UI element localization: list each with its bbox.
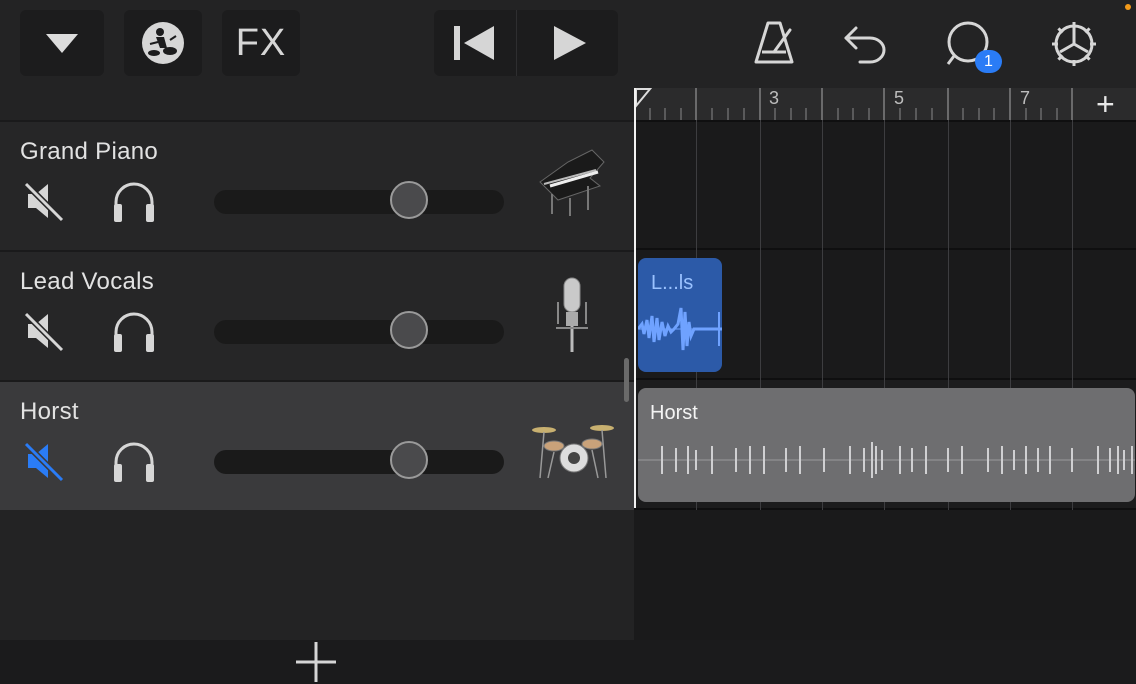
timeline-ruler[interactable]: 3 5 7 + [634,88,1136,120]
notification-badge: 1 [975,50,1002,73]
volume-knob[interactable] [390,441,428,479]
add-track-icon[interactable] [294,640,338,684]
top-toolbar: FX 1 [0,0,1136,88]
track-name: Lead Vocals [20,268,155,295]
skip-back-icon[interactable] [452,24,498,62]
ruler-label-5: 5 [894,88,905,108]
speaker-muted-icon-active[interactable] [22,440,66,482]
waveform [638,442,1135,478]
track-headers: Grand Piano Lead Vocals Horst [0,88,634,682]
drum-kit-icon [532,425,614,479]
playhead[interactable] [634,88,636,508]
volume-slider[interactable] [214,181,504,219]
metronome-icon[interactable] [752,20,796,66]
region-label: Horst [650,402,698,424]
recording-indicator [1125,4,1131,10]
scroll-indicator[interactable] [624,358,629,402]
headphones-icon[interactable] [110,440,158,484]
headphones-icon[interactable] [110,180,158,224]
transport-controls [434,10,618,76]
volume-knob[interactable] [390,181,428,219]
lane-grand-piano[interactable] [634,120,1136,250]
track-name: Grand Piano [20,138,159,165]
region-label: L...ls [651,272,694,294]
track-header-lead-vocals[interactable]: Lead Vocals [0,250,634,380]
undo-icon[interactable] [842,24,888,64]
fx-button[interactable]: FX [222,10,300,76]
transport-divider [516,10,517,76]
waveform [638,307,722,351]
track-header-horst[interactable]: Horst [0,380,634,510]
ruler-ticks [635,88,1073,120]
ruler-label-3: 3 [769,88,780,108]
track-header-grand-piano[interactable]: Grand Piano [0,120,634,250]
gear-icon[interactable] [1048,18,1100,70]
tracks-view-button[interactable] [20,10,104,76]
drummer-button[interactable] [124,10,202,76]
ruler-label-7: 7 [1020,88,1031,108]
microphone-icon [556,277,588,352]
drums-region[interactable]: Horst [638,388,1135,502]
vocals-region[interactable]: L...ls [638,258,722,372]
track-name: Horst [20,398,79,425]
add-section-button[interactable]: + [1096,88,1115,120]
drummer-icon [142,22,184,64]
headphones-icon[interactable] [110,310,158,354]
grand-piano-icon [539,149,605,216]
play-icon[interactable] [550,24,590,62]
triangle-down-icon [46,34,78,53]
speaker-muted-icon[interactable] [22,310,66,352]
fx-label: FX [235,21,287,64]
speaker-muted-icon[interactable] [22,180,66,222]
volume-slider[interactable] [214,441,504,479]
lane-empty[interactable] [634,508,1136,640]
timeline-area[interactable]: 3 5 7 + L...ls Horst [634,88,1136,640]
volume-knob[interactable] [390,311,428,349]
volume-slider[interactable] [214,311,504,349]
